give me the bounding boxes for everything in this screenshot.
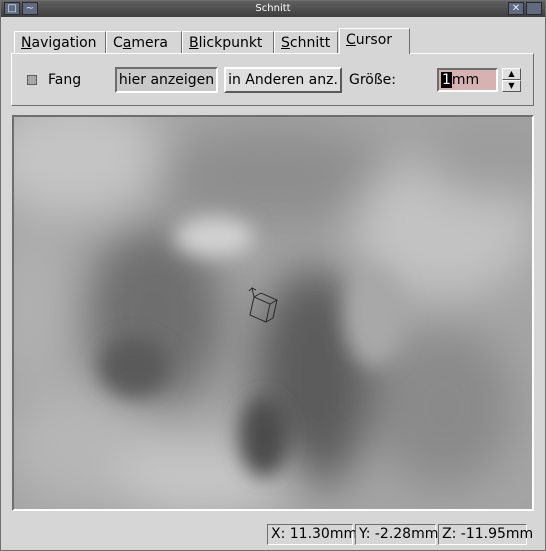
show-here-button[interactable]: hier anzeigen xyxy=(115,67,218,93)
size-label: Größe: xyxy=(349,72,397,88)
tab-blickpunkt-mnemonic: B xyxy=(189,35,199,51)
shade-icon[interactable]: ∼ xyxy=(22,2,38,15)
tab-schnitt[interactable]: Schnitt xyxy=(274,31,338,53)
size-stepper: ▲ ▼ xyxy=(502,68,521,92)
size-value: 1 xyxy=(441,72,452,88)
maximize-icon[interactable] xyxy=(526,2,542,15)
close-icon[interactable]: ✕ xyxy=(508,2,524,15)
status-x: X: 11.30mm xyxy=(267,524,357,545)
size-unit: mm xyxy=(451,72,480,88)
tab-camera[interactable]: Camera xyxy=(106,31,182,53)
window-menu-icon[interactable]: □ xyxy=(4,2,20,15)
tab-blickpunkt[interactable]: Blickpunkt xyxy=(182,31,274,53)
status-y: Y: -2.28mm xyxy=(355,524,438,545)
tab-navigation-mnemonic: N xyxy=(21,35,32,51)
tab-navigation[interactable]: Navigation xyxy=(14,31,106,53)
tab-schnitt-mnemonic: S xyxy=(281,35,290,51)
title-bar: □ ∼ Schnitt ✕ xyxy=(1,1,545,17)
volume-slice-render xyxy=(14,117,532,509)
fang-checkbox[interactable] xyxy=(27,75,37,85)
3d-viewport[interactable] xyxy=(12,115,534,511)
window-title: Schnitt xyxy=(255,3,291,14)
tab-cursor-label: ursor xyxy=(355,32,393,48)
show-in-others-button[interactable]: in Anderen anz. xyxy=(224,67,342,93)
size-decrement-button[interactable]: ▼ xyxy=(502,80,521,92)
tab-camera-label-pre: C xyxy=(113,35,123,51)
tab-camera-label: mera xyxy=(131,35,168,51)
size-increment-button[interactable]: ▲ xyxy=(502,68,521,80)
fang-label: Fang xyxy=(48,72,82,88)
tab-navigation-label: avigation xyxy=(31,35,97,51)
tab-cursor-mnemonic: C xyxy=(346,32,356,48)
size-input[interactable]: 1mm xyxy=(437,68,498,92)
status-z: Z: -11.95mm xyxy=(438,524,533,545)
tab-cursor[interactable]: Cursor xyxy=(339,28,410,54)
tab-schnitt-label: chnitt xyxy=(289,35,331,51)
tab-blickpunkt-label: lickpunkt xyxy=(198,35,263,51)
